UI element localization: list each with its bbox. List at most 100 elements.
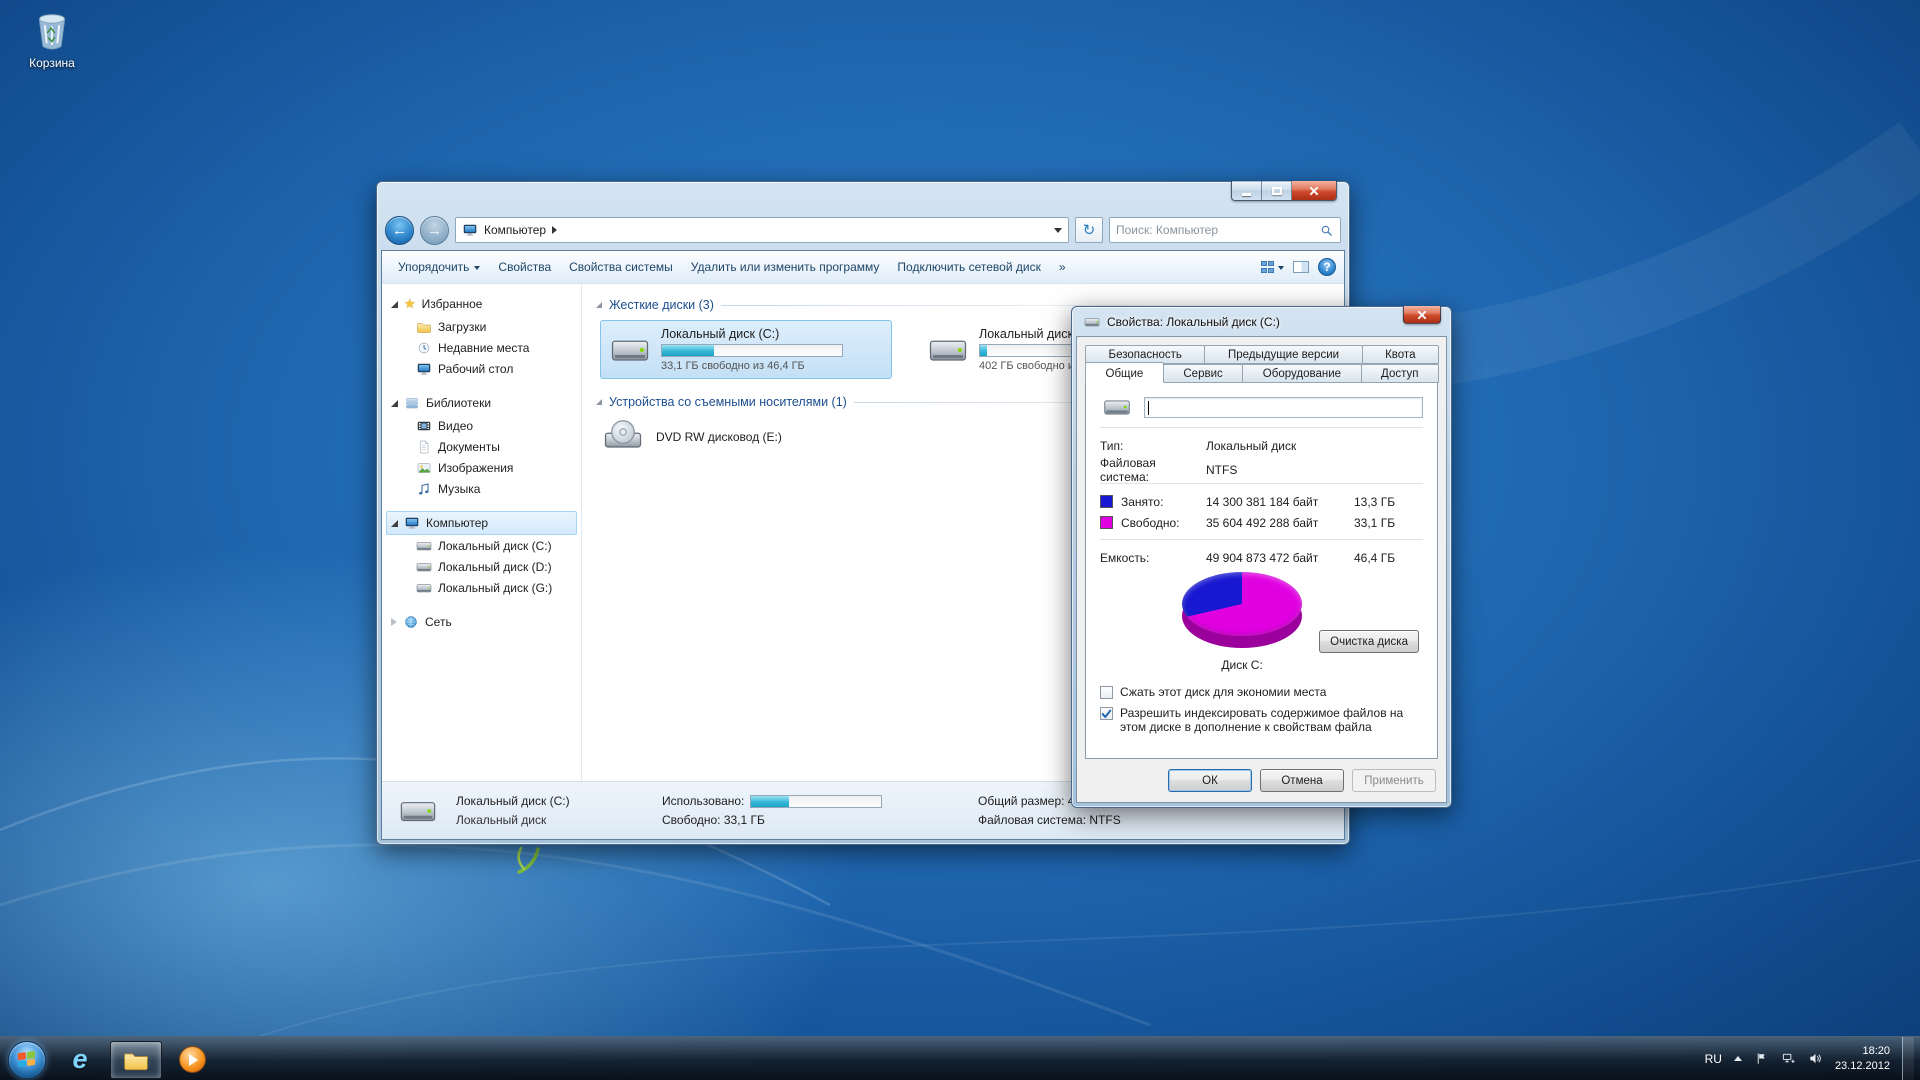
clock-icon: [416, 340, 432, 356]
monitor-icon: [416, 361, 432, 377]
compress-checkbox[interactable]: [1100, 686, 1113, 699]
preview-pane-button[interactable]: [1293, 261, 1309, 273]
minimize-icon: [1242, 193, 1251, 196]
sidebar-item-recent-places[interactable]: Недавние места: [386, 337, 577, 358]
sidebar-item-local-disk-d[interactable]: Локальный диск (D:): [386, 556, 577, 577]
sidebar-section-network[interactable]: Сеть: [386, 610, 577, 634]
sidebar-item-desktop[interactable]: Рабочий стол: [386, 358, 577, 379]
network-icon[interactable]: [1781, 1051, 1796, 1066]
system-properties-command[interactable]: Свойства системы: [561, 255, 681, 279]
breadcrumb-computer[interactable]: Компьютер: [484, 223, 546, 237]
taskbar: e RU 18:20 23.12.2012: [0, 1036, 1920, 1080]
speaker-icon[interactable]: [1808, 1051, 1823, 1066]
tab-previous-versions[interactable]: Предыдущие версии: [1204, 345, 1362, 364]
used-swatch: [1100, 495, 1113, 508]
disk-cleanup-button[interactable]: Очистка диска: [1319, 630, 1419, 653]
drive-c-tile[interactable]: Локальный диск (C:) 33,1 ГБ свободно из …: [600, 320, 892, 379]
minimize-button[interactable]: [1232, 181, 1262, 200]
tab-quota[interactable]: Квота: [1362, 345, 1439, 364]
clock-date: 23.12.2012: [1835, 1059, 1890, 1074]
taskbar-item-media-player[interactable]: [166, 1041, 218, 1079]
forward-button[interactable]: →: [420, 216, 449, 245]
explorer-titlebar[interactable]: [381, 182, 1345, 210]
tab-sharing[interactable]: Доступ: [1361, 364, 1439, 383]
sidebar-item-videos[interactable]: Видео: [386, 415, 577, 436]
index-checkbox[interactable]: [1100, 707, 1113, 720]
taskbar-item-internet-explorer[interactable]: e: [54, 1041, 106, 1079]
map-network-drive-command[interactable]: Подключить сетевой диск: [889, 255, 1048, 279]
help-button[interactable]: ?: [1318, 258, 1336, 276]
sidebar-section-favorites[interactable]: ★ Избранное: [386, 292, 577, 316]
used-bytes: 14 300 381 184 байт: [1206, 495, 1354, 509]
hdd-icon: [416, 559, 432, 575]
chevron-down-icon: [1278, 266, 1284, 270]
group-collapse-icon: [596, 399, 602, 405]
back-arrow-icon: ←: [392, 222, 407, 239]
dialog-tabs: Безопасность Предыдущие версии Квота Общ…: [1077, 337, 1446, 382]
collapse-icon[interactable]: [391, 400, 398, 407]
show-hidden-icons-button[interactable]: [1734, 1056, 1742, 1061]
properties-command[interactable]: Свойства: [490, 255, 559, 279]
clock-time: 18:20: [1835, 1044, 1890, 1059]
details-filesystem: Файловая система: NTFS: [978, 813, 1121, 827]
toolbar-overflow-button[interactable]: »: [1051, 255, 1074, 279]
uninstall-command[interactable]: Удалить или изменить программу: [683, 255, 888, 279]
volume-label-input[interactable]: [1144, 397, 1423, 418]
drive-c-usage-bar: [661, 344, 843, 357]
recycle-bin[interactable]: Корзина: [14, 8, 90, 70]
address-dropdown-icon[interactable]: [1054, 228, 1062, 233]
cancel-button[interactable]: Отмена: [1260, 769, 1344, 792]
used-size: 13,3 ГБ: [1354, 495, 1423, 509]
taskbar-item-explorer[interactable]: [110, 1041, 162, 1079]
search-box[interactable]: Поиск: Компьютер: [1109, 217, 1341, 243]
tab-general[interactable]: Общие: [1085, 362, 1164, 383]
expand-icon[interactable]: [391, 618, 397, 626]
group-collapse-icon: [596, 302, 602, 308]
ok-button[interactable]: ОК: [1168, 769, 1252, 792]
hdd-icon: [1100, 393, 1134, 421]
dialog-close-button[interactable]: [1403, 306, 1441, 324]
dialog-titlebar[interactable]: Свойства: Локальный диск (C:): [1076, 307, 1447, 336]
address-bar[interactable]: Компьютер: [455, 217, 1069, 243]
sidebar-item-local-disk-g[interactable]: Локальный диск (G:): [386, 577, 577, 598]
document-icon: [416, 439, 432, 455]
tab-hardware[interactable]: Оборудование: [1242, 364, 1361, 383]
start-button[interactable]: [8, 1041, 46, 1079]
apply-button[interactable]: Применить: [1352, 769, 1436, 792]
show-desktop-button[interactable]: [1902, 1037, 1914, 1080]
sidebar-item-downloads[interactable]: Загрузки: [386, 316, 577, 337]
sidebar-item-music[interactable]: Музыка: [386, 478, 577, 499]
forward-arrow-icon: →: [427, 222, 442, 239]
sidebar-item-local-disk-c[interactable]: Локальный диск (C:): [386, 535, 577, 556]
details-usage-bar: [750, 795, 882, 808]
navigation-pane: ★ Избранное Загрузки Недавние места Рабо…: [382, 284, 582, 781]
organize-menu[interactable]: Упорядочить: [390, 255, 488, 279]
close-button[interactable]: [1292, 181, 1336, 200]
computer-icon: [462, 222, 478, 238]
navigation-bar: ← → Компьютер ↻ Поиск: Компьютер: [381, 210, 1345, 250]
index-checkbox-label: Разрешить индексировать содержимое файло…: [1120, 706, 1423, 734]
details-drive-name: Локальный диск (C:): [456, 794, 646, 808]
picture-icon: [416, 460, 432, 476]
taskbar-clock[interactable]: 18:20 23.12.2012: [1835, 1044, 1890, 1074]
back-button[interactable]: ←: [385, 216, 414, 245]
sidebar-item-pictures[interactable]: Изображения: [386, 457, 577, 478]
action-center-flag-icon[interactable]: [1754, 1051, 1769, 1066]
tab-tools[interactable]: Сервис: [1163, 364, 1243, 383]
sidebar-item-documents[interactable]: Документы: [386, 436, 577, 457]
maximize-icon: [1272, 187, 1282, 195]
collapse-icon[interactable]: [391, 301, 398, 308]
sidebar-section-computer[interactable]: Компьютер: [386, 511, 577, 535]
capacity-size: 46,4 ГБ: [1354, 551, 1423, 565]
collapse-icon[interactable]: [391, 520, 398, 527]
free-swatch: [1100, 516, 1113, 529]
hdd-icon: [416, 580, 432, 596]
language-indicator[interactable]: RU: [1705, 1052, 1722, 1066]
globe-icon: [403, 614, 419, 630]
sidebar-section-libraries[interactable]: Библиотеки: [386, 391, 577, 415]
breadcrumb-chevron-icon[interactable]: [552, 226, 557, 234]
search-placeholder: Поиск: Компьютер: [1116, 223, 1319, 237]
refresh-button[interactable]: ↻: [1075, 217, 1103, 243]
maximize-button[interactable]: [1262, 181, 1292, 200]
change-view-button[interactable]: [1261, 261, 1285, 273]
